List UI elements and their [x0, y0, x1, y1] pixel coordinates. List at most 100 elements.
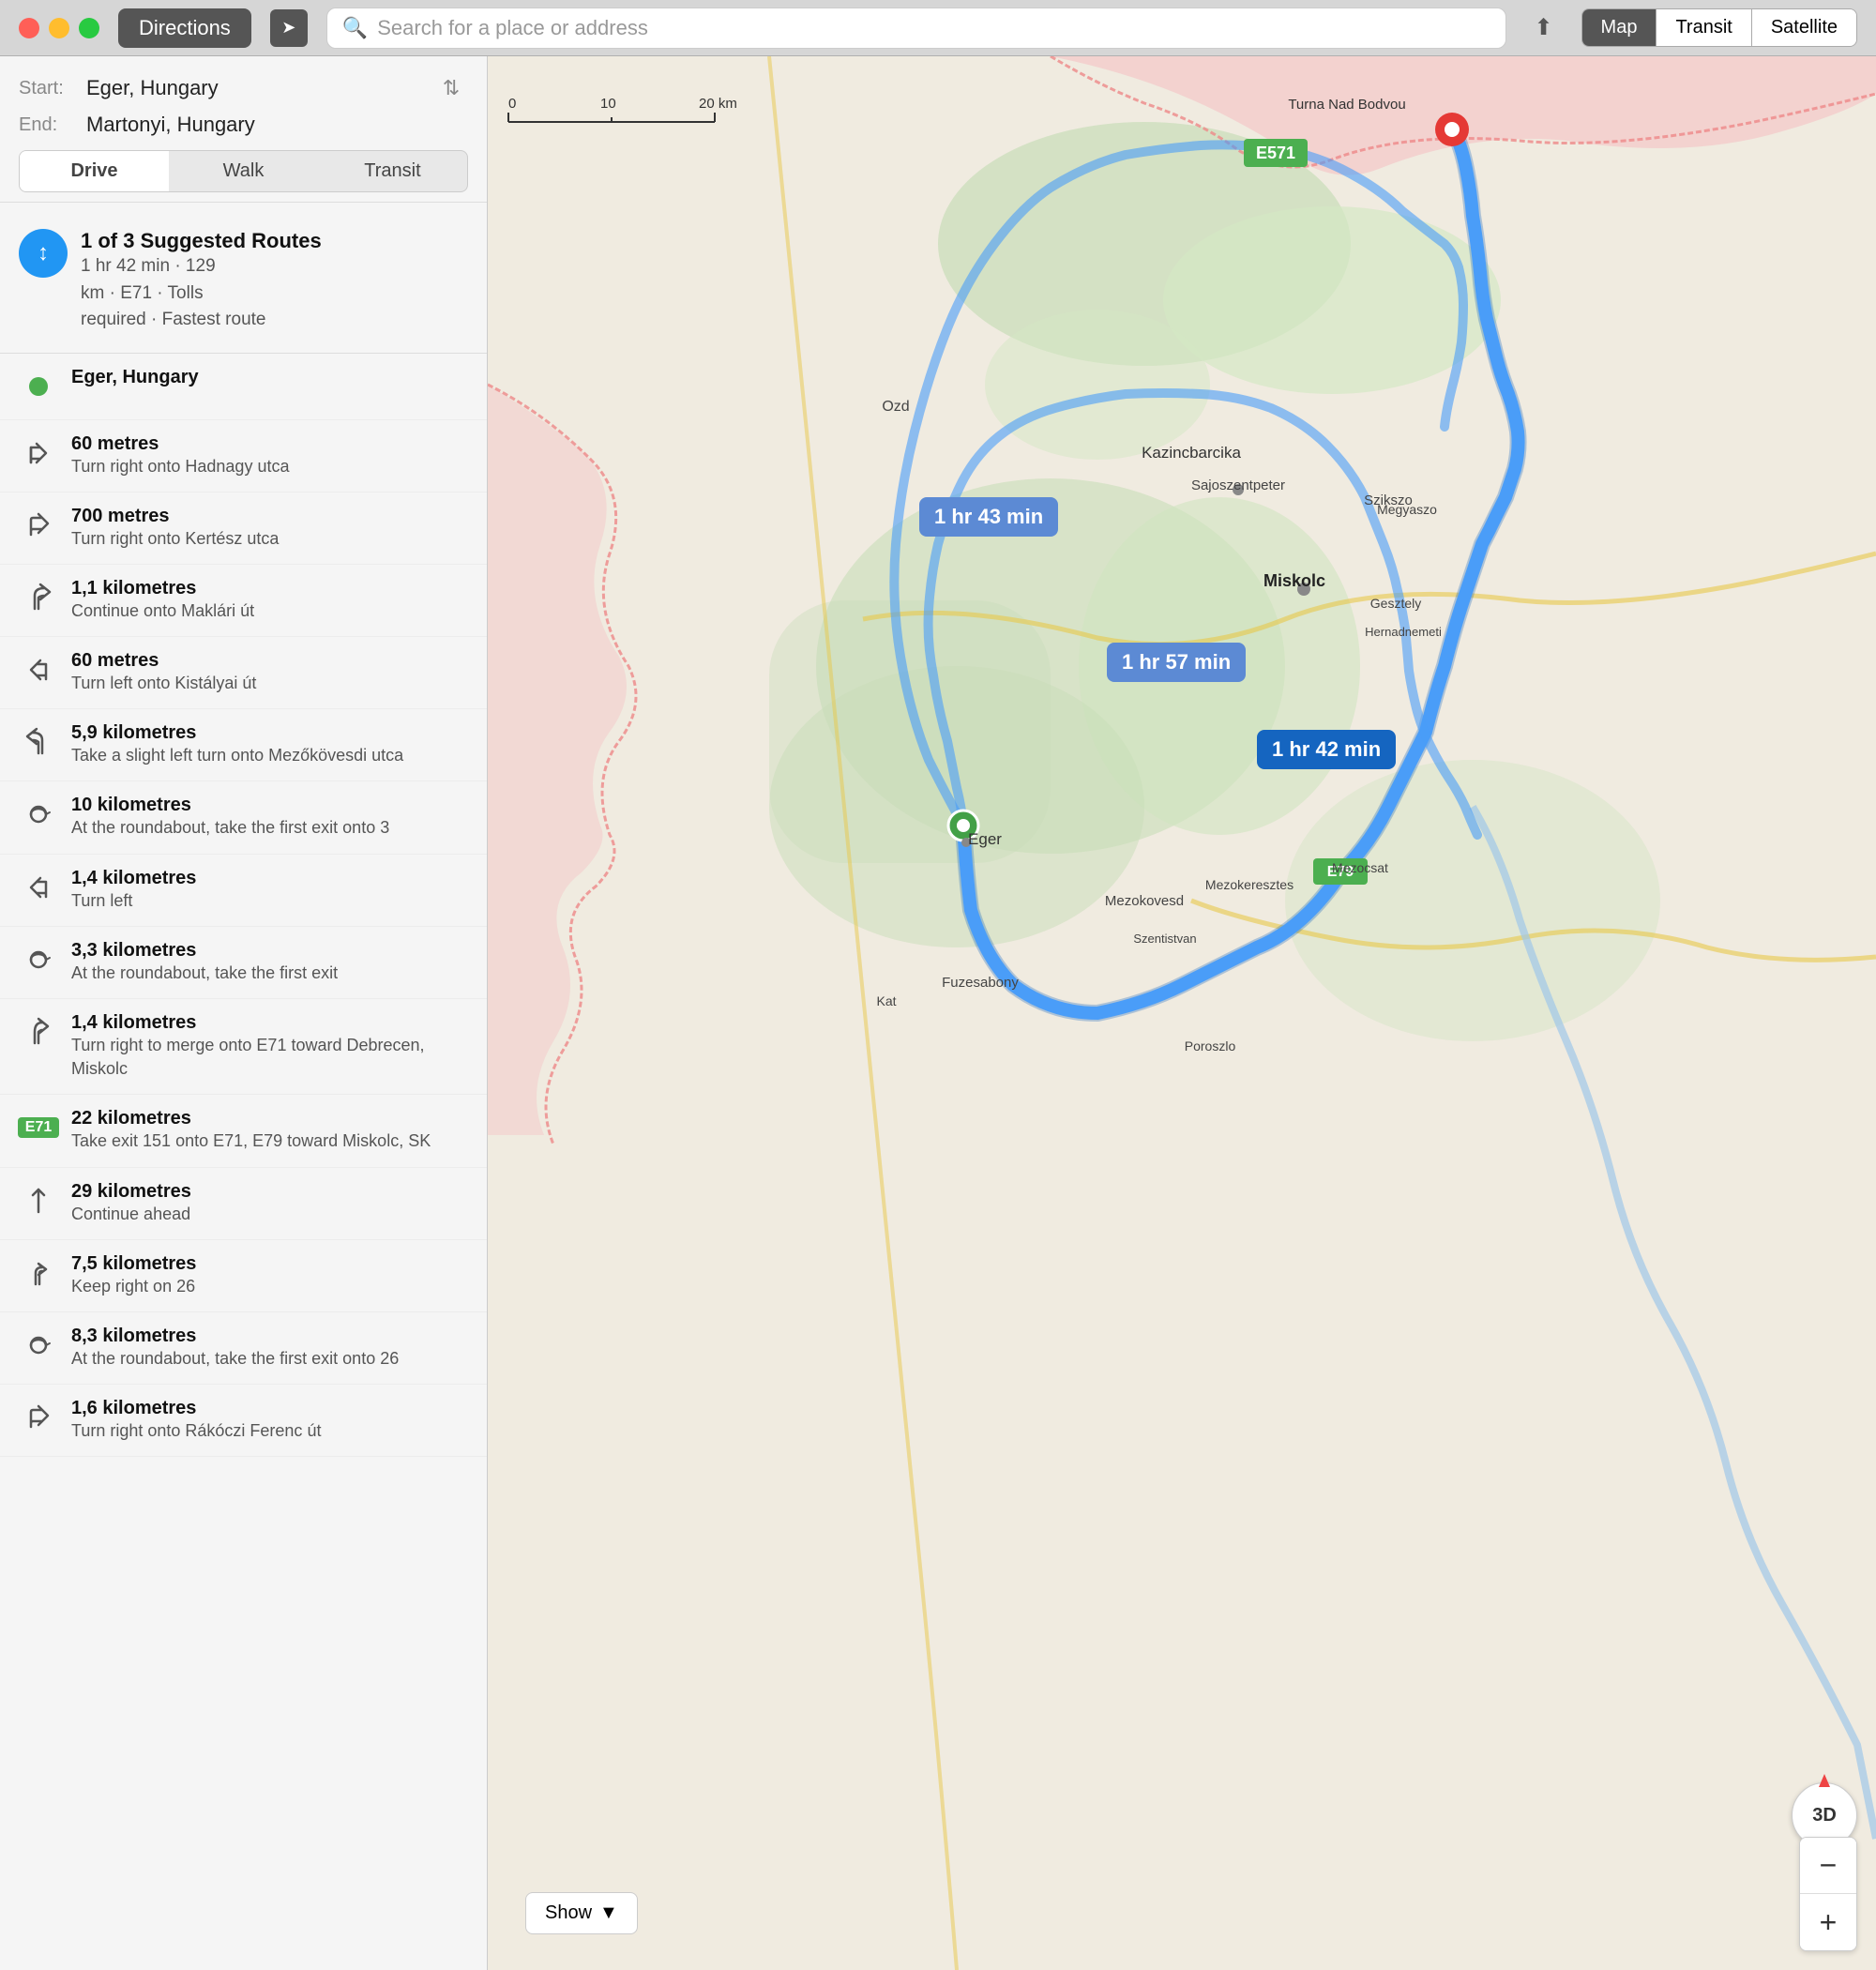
step-9: 1,4 kilometres Turn right to merge onto …	[0, 999, 487, 1095]
turn-right-icon-2	[19, 506, 58, 545]
tab-transit[interactable]: Transit	[318, 151, 467, 191]
time-bubble-2: 1 hr 57 min	[1107, 643, 1246, 682]
tab-drive[interactable]: Drive	[20, 151, 169, 191]
step-10-distance: 22 kilometres	[71, 1108, 431, 1129]
step-9-text: 1,4 kilometres Turn right to merge onto …	[71, 1012, 468, 1081]
step-14-text: 1,6 kilometres Turn right onto Rákóczi F…	[71, 1398, 321, 1443]
zoom-controls: − +	[1799, 1837, 1857, 1951]
step-13-distance: 8,3 kilometres	[71, 1326, 399, 1347]
svg-text:20 km: 20 km	[699, 96, 737, 112]
end-label: End:	[19, 114, 75, 136]
map-area[interactable]: E571 E79 Kazincbarcika Sajoszentpeter Mi…	[488, 56, 1876, 1970]
svg-text:Eger: Eger	[968, 830, 1002, 848]
step-9-distance: 1,4 kilometres	[71, 1012, 468, 1034]
straight-icon	[19, 1181, 58, 1220]
time-bubble-1: 1 hr 43 min	[919, 497, 1058, 537]
step-3-instruction: Continue onto Maklári út	[71, 599, 254, 623]
search-placeholder: Search for a place or address	[377, 16, 648, 40]
step-5-distance: 5,9 kilometres	[71, 722, 403, 744]
route-summary-detail: 1 hr 42 min · 129km · E71 · Tollsrequire…	[81, 253, 322, 334]
tab-walk[interactable]: Walk	[169, 151, 318, 191]
close-traffic-light[interactable]	[19, 18, 39, 38]
start-value[interactable]: Eger, Hungary	[86, 76, 423, 100]
step-8-text: 3,3 kilometres At the roundabout, take t…	[71, 940, 338, 985]
svg-text:Miskolc: Miskolc	[1263, 571, 1325, 590]
svg-text:Gesztely: Gesztely	[1370, 596, 1421, 611]
step-4-distance: 60 metres	[71, 650, 256, 672]
sidebar-routes[interactable]: ↕ 1 of 3 Suggested Routes 1 hr 42 min · …	[0, 203, 487, 1970]
sidebar: Start: Eger, Hungary ⇅ End: Martonyi, Hu…	[0, 56, 488, 1970]
svg-text:Turna Nad Bodvou: Turna Nad Bodvou	[1288, 97, 1405, 113]
step-7-distance: 1,4 kilometres	[71, 868, 196, 889]
roundabout-icon-3	[19, 1326, 58, 1365]
share-icon[interactable]: ⬆	[1525, 9, 1563, 47]
map-view-buttons: Map Transit Satellite	[1581, 8, 1857, 47]
step-3-text: 1,1 kilometres Continue onto Maklári út	[71, 578, 254, 623]
slight-left-icon	[19, 722, 58, 762]
directions-button[interactable]: Directions	[118, 8, 251, 48]
step-11: 29 kilometres Continue ahead	[0, 1168, 487, 1240]
end-value[interactable]: Martonyi, Hungary	[86, 113, 468, 137]
map-view-satellite-button[interactable]: Satellite	[1752, 9, 1856, 46]
start-label: Start:	[19, 78, 75, 99]
svg-text:Kazincbarcika: Kazincbarcika	[1142, 444, 1241, 462]
step-5-instruction: Take a slight left turn onto Mezőkövesdi…	[71, 744, 403, 767]
svg-text:Mezokovesd: Mezokovesd	[1105, 893, 1184, 909]
map-view-map-button[interactable]: Map	[1582, 9, 1657, 46]
svg-text:Poroszlo: Poroszlo	[1185, 1038, 1236, 1053]
roundabout-icon-1	[19, 795, 58, 834]
step-8-distance: 3,3 kilometres	[71, 940, 338, 962]
step-6-text: 10 kilometres At the roundabout, take th…	[71, 795, 389, 840]
svg-text:Szentistvan: Szentistvan	[1133, 932, 1196, 946]
minimize-traffic-light[interactable]	[49, 18, 69, 38]
slight-right-icon	[19, 578, 58, 617]
step-12-instruction: Keep right on 26	[71, 1275, 196, 1298]
step-14-distance: 1,6 kilometres	[71, 1398, 321, 1419]
step-14-instruction: Turn right onto Rákóczi Ferenc út	[71, 1419, 321, 1443]
start-input-row: Start: Eger, Hungary ⇅	[19, 71, 468, 105]
route-summary-title: 1 of 3 Suggested Routes	[81, 229, 322, 253]
svg-text:Mezocsat: Mezocsat	[1332, 860, 1388, 875]
turn-right-icon-1	[19, 433, 58, 473]
step-4-text: 60 metres Turn left onto Kistályai út	[71, 650, 256, 695]
step-11-text: 29 kilometres Continue ahead	[71, 1181, 191, 1226]
step-10-text: 22 kilometres Take exit 151 onto E71, E7…	[71, 1108, 431, 1153]
maximize-traffic-light[interactable]	[79, 18, 99, 38]
step-6-instruction: At the roundabout, take the first exit o…	[71, 816, 389, 840]
zoom-plus-button[interactable]: +	[1800, 1894, 1856, 1950]
titlebar: Directions ➤ 🔍 Search for a place or add…	[0, 0, 1876, 56]
zoom-minus-button[interactable]: −	[1800, 1838, 1856, 1894]
start-step-text: Eger, Hungary	[71, 367, 199, 388]
step-5: 5,9 kilometres Take a slight left turn o…	[0, 709, 487, 781]
route-summary: ↕ 1 of 3 Suggested Routes 1 hr 42 min · …	[0, 216, 487, 354]
search-bar[interactable]: 🔍 Search for a place or address	[326, 8, 1506, 49]
step-13: 8,3 kilometres At the roundabout, take t…	[0, 1312, 487, 1385]
start-step: Eger, Hungary	[0, 354, 487, 420]
route-icon: ↕	[19, 229, 68, 278]
step-6: 10 kilometres At the roundabout, take th…	[0, 781, 487, 854]
svg-text:10: 10	[600, 96, 616, 112]
transport-tabs: Drive Walk Transit	[19, 150, 468, 192]
step-4-instruction: Turn left onto Kistályai út	[71, 672, 256, 695]
step-8-instruction: At the roundabout, take the first exit	[71, 962, 338, 985]
sidebar-top: Start: Eger, Hungary ⇅ End: Martonyi, Hu…	[0, 56, 487, 203]
step-9-instruction: Turn right to merge onto E71 toward Debr…	[71, 1034, 468, 1081]
step-13-text: 8,3 kilometres At the roundabout, take t…	[71, 1326, 399, 1371]
step-5-text: 5,9 kilometres Take a slight left turn o…	[71, 722, 403, 767]
step-2: 700 metres Turn right onto Kertész utca	[0, 492, 487, 565]
svg-text:Fuzesabony: Fuzesabony	[942, 975, 1019, 991]
step-1: 60 metres Turn right onto Hadnagy utca	[0, 420, 487, 492]
route-summary-text: 1 of 3 Suggested Routes 1 hr 42 min · 12…	[81, 229, 322, 334]
map-view-transit-button[interactable]: Transit	[1657, 9, 1751, 46]
svg-text:Hernadnemeti: Hernadnemeti	[1365, 625, 1442, 639]
step-3-distance: 1,1 kilometres	[71, 578, 254, 599]
step-6-distance: 10 kilometres	[71, 795, 389, 816]
roundabout-icon-2	[19, 940, 58, 979]
swap-button[interactable]: ⇅	[434, 71, 468, 105]
svg-text:Ozd: Ozd	[882, 399, 909, 415]
end-input-row: End: Martonyi, Hungary	[19, 113, 468, 137]
merge-right-icon	[19, 1012, 58, 1052]
time-bubble-primary: 1 hr 42 min	[1257, 730, 1396, 769]
step-11-instruction: Continue ahead	[71, 1203, 191, 1226]
show-button[interactable]: Show ▼	[525, 1892, 638, 1934]
